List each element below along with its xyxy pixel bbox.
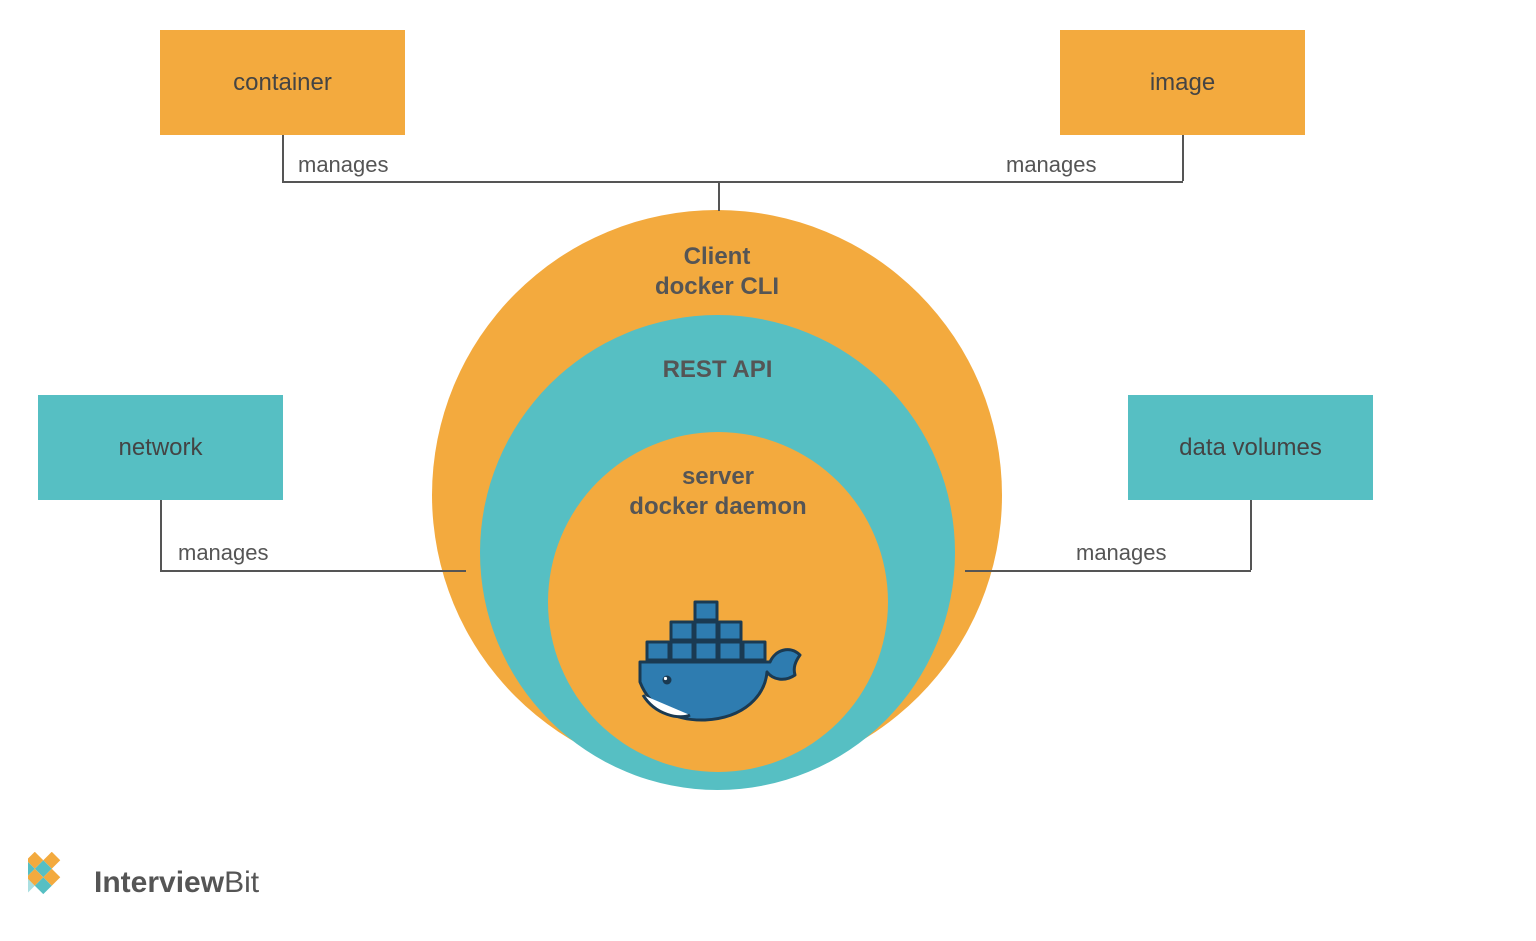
server-label-line2: docker daemon (629, 493, 806, 520)
interviewbit-logo-icon (28, 852, 84, 913)
image-label: image (1150, 69, 1215, 97)
container-box: container (160, 30, 405, 135)
interviewbit-logo-text: InterviewBit (94, 866, 259, 900)
rest-api-label: REST API (663, 356, 773, 383)
docker-whale-icon (635, 600, 810, 740)
connector-line (718, 181, 720, 211)
manages-label-bottom-right: manages (1076, 540, 1167, 566)
connector-line (160, 500, 162, 570)
client-label-line1: Client (684, 243, 751, 270)
connector-line (1250, 500, 1252, 570)
connector-line (1182, 135, 1184, 181)
network-box: network (38, 395, 283, 500)
interviewbit-logo: InterviewBit (28, 852, 259, 913)
manages-label-bottom-left: manages (178, 540, 269, 566)
data-volumes-label: data volumes (1179, 434, 1322, 462)
manages-label-top-right: manages (1006, 152, 1097, 178)
connector-line (282, 181, 1183, 183)
connector-line (965, 570, 1251, 572)
client-label-line2: docker CLI (655, 273, 779, 300)
connector-line (160, 570, 466, 572)
manages-label-top-left: manages (298, 152, 389, 178)
server-label-line1: server (682, 463, 754, 490)
data-volumes-box: data volumes (1128, 395, 1373, 500)
connector-line (282, 135, 284, 181)
container-label: container (233, 69, 332, 97)
image-box: image (1060, 30, 1305, 135)
network-label: network (118, 434, 202, 462)
